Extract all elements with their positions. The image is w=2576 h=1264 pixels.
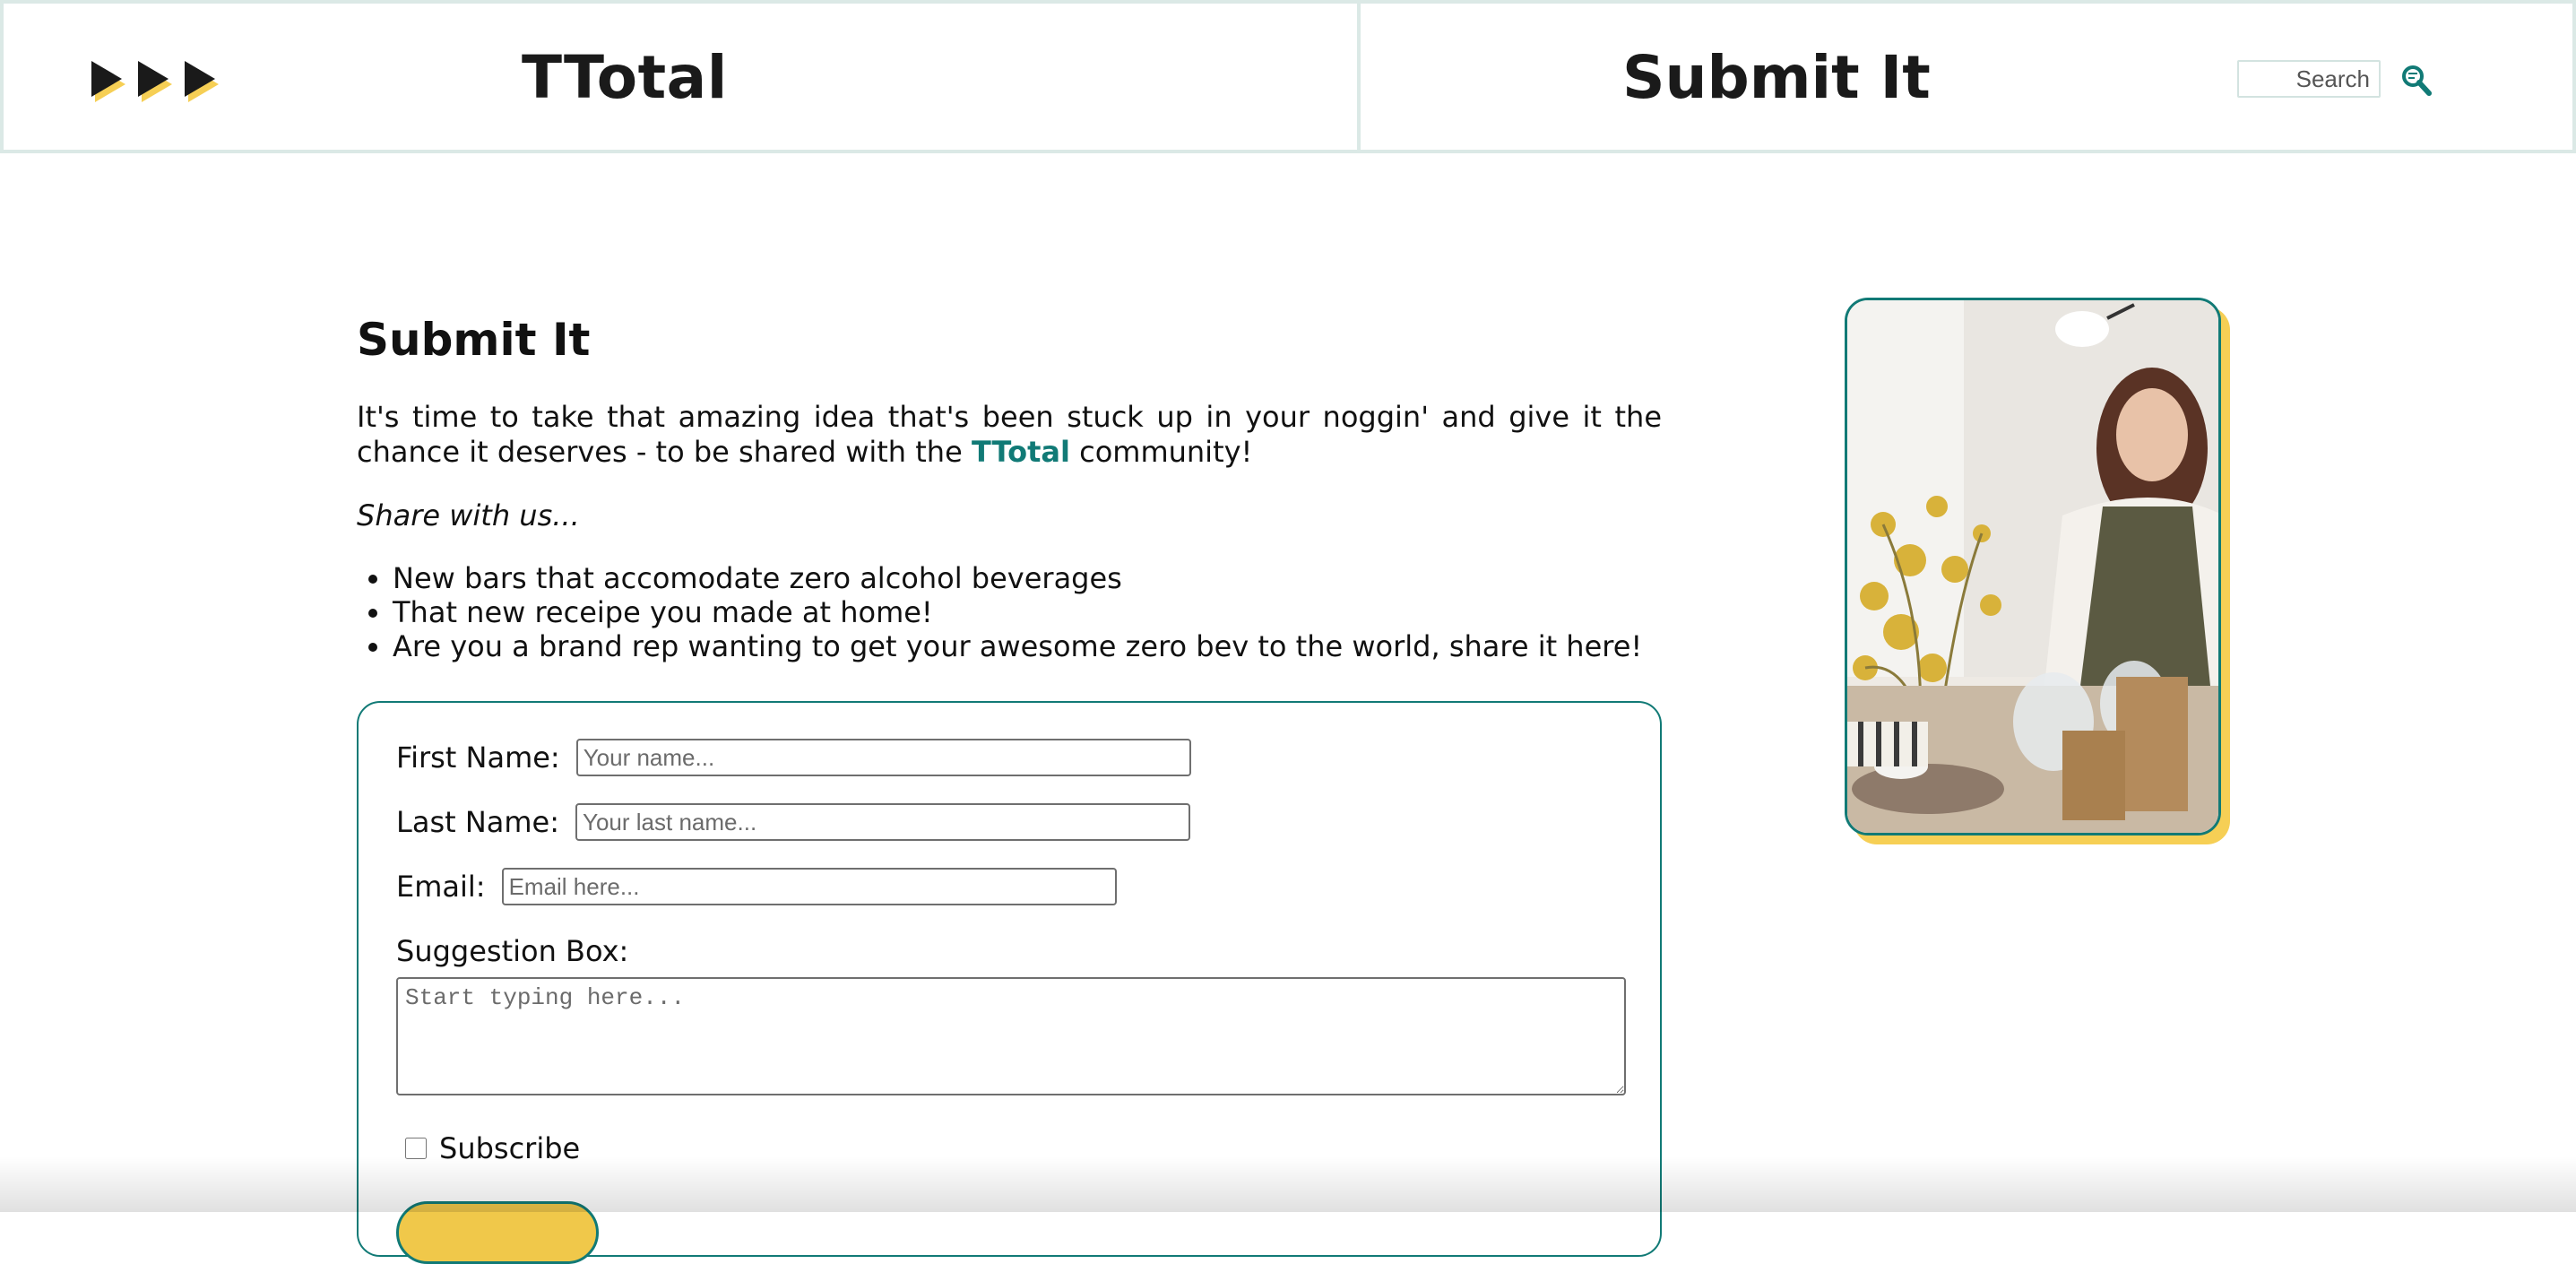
email-field[interactable] <box>501 868 1117 905</box>
first-name-row: First Name: <box>396 739 1191 776</box>
email-row: Email: <box>396 868 1117 905</box>
header-brand-panel: TTotal <box>0 0 1361 153</box>
intro-text-end: community! <box>1069 435 1253 469</box>
list-item: New bars that accomodate zero alcohol be… <box>393 561 1642 595</box>
subscribe-checkbox[interactable] <box>405 1138 427 1159</box>
intro-brand-name: TTotal <box>971 435 1070 469</box>
first-name-field[interactable] <box>575 739 1191 776</box>
list-item: That new receipe you made at home! <box>393 595 1642 629</box>
page-heading: Submit It <box>1622 43 1931 112</box>
share-heading: Share with us... <box>357 498 580 532</box>
triple-arrow-logo-icon[interactable] <box>91 57 226 102</box>
search-input[interactable] <box>2237 60 2381 98</box>
header-page-panel: Submit It <box>1361 0 2576 153</box>
intro-paragraph: It's time to take that amazing idea that… <box>357 400 1662 470</box>
first-name-label: First Name: <box>396 740 560 775</box>
subscribe-label[interactable]: Subscribe <box>439 1131 580 1165</box>
subscribe-row: Subscribe <box>405 1131 580 1165</box>
submission-form: First Name: Last Name: Email: Suggestion… <box>357 701 1662 1264</box>
list-item: Are you a brand rep wanting to get your … <box>393 629 1642 663</box>
brand-title[interactable]: TTotal <box>522 43 728 112</box>
woman-with-jars-photo <box>1847 300 2218 833</box>
site-header: TTotal Submit It <box>0 0 2576 153</box>
share-list: New bars that accomodate zero alcohol be… <box>357 561 1642 663</box>
submit-button[interactable] <box>396 1201 599 1264</box>
last-name-label: Last Name: <box>396 805 560 839</box>
section-title: Submit It <box>357 314 591 366</box>
search-icon[interactable] <box>2399 63 2433 97</box>
suggestion-label: Suggestion Box: <box>396 934 629 968</box>
email-label: Email: <box>396 870 486 904</box>
hero-photo <box>1845 298 2221 835</box>
last-name-field[interactable] <box>575 803 1191 841</box>
last-name-row: Last Name: <box>396 803 1191 841</box>
suggestion-textarea[interactable] <box>396 977 1626 1095</box>
